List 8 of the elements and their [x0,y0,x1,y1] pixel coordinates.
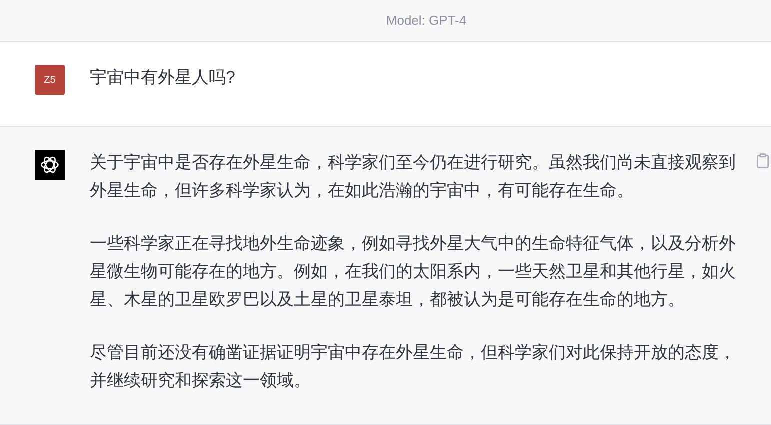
model-label: Model: GPT-4 [386,12,467,30]
answer-paragraph: 关于宇宙中是否存在外星生命，科学家们至今仍在进行研究。虽然我们尚未直接观察到外星生命，但许多科学家认为，在如此浩瀚的宇宙中，有可能存在生命。 [90,152,737,202]
logo-icon [35,150,65,180]
copy-icon[interactable] [755,153,771,169]
user-avatar: Z5 [35,65,65,95]
answer-paragraph: 尽管目前还没有确凿证据证明宇宙中存在外星生命，但科学家们对此保持开放的态度，并继续研究和探索这一领域。 [90,342,737,392]
answer-paragraph: 一些科学家正在寻找地外生命迹象，例如寻找外星大气中的生命特征气体，以及分析外星微生物可能存在的地方。例如，在我们的太阳系内，一些天然卫星和其他行星，如火星、木星的卫星欧罗巴以及土星的卫星泰坦，都被认为是可能存在生命的地方。 [90,233,737,311]
user-message: 宇宙中有外星人吗? [90,67,236,89]
